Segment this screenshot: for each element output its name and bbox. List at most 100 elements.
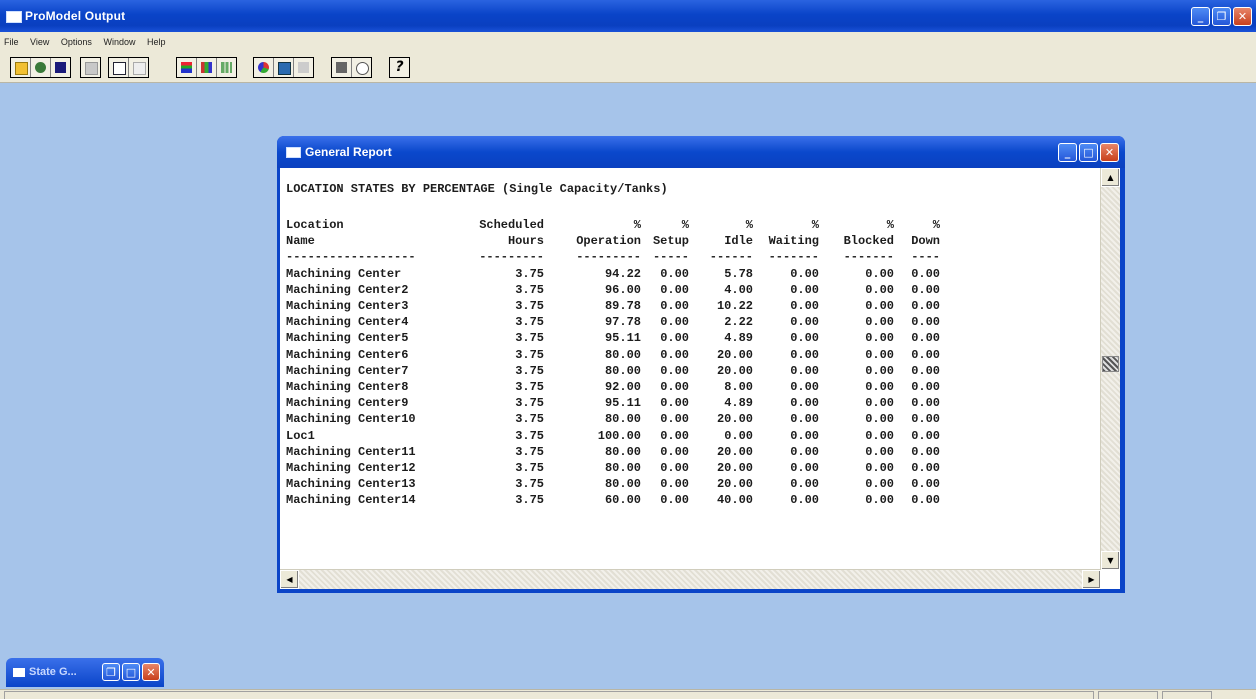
minimized-window-icon: [13, 668, 25, 677]
minimized-caption-buttons: ❐ □ ✕: [102, 663, 160, 681]
table-row-cell: 0.00: [865, 315, 894, 330]
app-restore-button[interactable]: ❐: [1212, 7, 1231, 26]
minimized-restore-button[interactable]: ❐: [102, 663, 120, 681]
table-row-cell: 3.75: [515, 347, 544, 362]
table-row-cell: 0.00: [911, 363, 940, 378]
table-row-cell: 0.00: [865, 331, 894, 346]
table-row-cell: 0.00: [660, 477, 689, 492]
report-titlebar[interactable]: General Report _ □ ✕: [277, 136, 1125, 168]
table-row-cell: Machining Center7: [286, 363, 409, 378]
minimized-state-window[interactable]: State G... ❐ □ ✕: [6, 658, 164, 687]
dash-row-cell: ------------------: [286, 250, 416, 265]
app-window-icon: [6, 11, 22, 23]
menu-window[interactable]: Window: [103, 37, 135, 47]
table-row-cell: 0.00: [865, 363, 894, 378]
menu-help[interactable]: Help: [147, 37, 166, 47]
table-row-cell: 0.00: [660, 347, 689, 362]
table-row-cell: 0.00: [660, 396, 689, 411]
table-row-cell: 0.00: [660, 493, 689, 508]
table-row-cell: Machining Center2: [286, 282, 409, 297]
print-preview-icon[interactable]: [352, 58, 371, 77]
table-row-cell: 0.00: [660, 363, 689, 378]
table-row-cell: 0.00: [911, 379, 940, 394]
table-row-cell: 0.00: [790, 347, 819, 362]
help-icon[interactable]: ?: [390, 58, 409, 77]
table-row-cell: 95.11: [604, 331, 641, 346]
table-row: Machining Center3 3.75 89.78 0.00 10.22 0.00 0…: [286, 298, 940, 314]
toolbar-group-resources: [253, 57, 314, 78]
table-row-cell: 0.00: [911, 444, 940, 459]
save-icon[interactable]: [51, 58, 70, 77]
table-row-cell: 80.00: [604, 444, 641, 459]
report-icon[interactable]: [109, 58, 129, 77]
table-row-cell: 0.00: [865, 347, 894, 362]
header-row-1-cell: %: [886, 218, 894, 233]
table-row: Machining Center7 3.75 80.00 0.00 20.00 0.00 0…: [286, 363, 940, 379]
open-icon[interactable]: [11, 58, 31, 77]
table-row-cell: Machining Center3: [286, 299, 409, 314]
table-row-cell: 0.00: [911, 493, 940, 508]
resource-disabled-icon[interactable]: [294, 58, 313, 77]
bar-chart-icon[interactable]: [217, 58, 236, 77]
print-icon[interactable]: [332, 58, 352, 77]
header-row-2-cell: Waiting: [768, 234, 819, 249]
swap-icon[interactable]: [31, 58, 51, 77]
minimized-window-title: State G...: [29, 666, 77, 678]
table-row-cell: 3.75: [515, 444, 544, 459]
table-row-cell: 0.00: [790, 477, 819, 492]
menu-options[interactable]: Options: [61, 37, 92, 47]
table-row-cell: 0.00: [911, 347, 940, 362]
table-row: Machining Center11 3.75 80.00 0.00 20.00 0.00…: [286, 444, 940, 460]
menu-file[interactable]: File: [4, 37, 19, 47]
table-row-cell: 3.75: [515, 412, 544, 427]
table-row-cell: Machining Center9: [286, 396, 409, 411]
header-row-1-cell: Location: [286, 218, 344, 233]
app-close-button[interactable]: ✕: [1233, 7, 1252, 26]
scroll-right-button[interactable]: ▶: [1082, 570, 1101, 589]
menu-view[interactable]: View: [30, 37, 49, 47]
table-row-cell: 0.00: [660, 331, 689, 346]
header-row-2: Name Hours Operation Setup Idle Waiting Blocke…: [286, 233, 940, 249]
table-row-cell: 0.00: [865, 444, 894, 459]
table-row-cell: 20.00: [716, 477, 753, 492]
scroll-left-button[interactable]: ◀: [280, 570, 299, 589]
vertical-scrollbar[interactable]: ▲ ▼: [1100, 168, 1120, 570]
dash-row-cell: ---------: [479, 250, 544, 265]
pie-chart-icon[interactable]: [254, 58, 274, 77]
table-row-cell: Loc1: [286, 428, 315, 443]
app-minimize-button[interactable]: _: [1191, 7, 1210, 26]
scroll-up-button[interactable]: ▲: [1101, 168, 1120, 187]
table-row-cell: 8.00: [724, 379, 753, 394]
minimized-maximize-button[interactable]: □: [122, 663, 140, 681]
table-row-cell: 3.75: [515, 379, 544, 394]
scroll-down-button[interactable]: ▼: [1101, 551, 1120, 570]
report-maximize-button[interactable]: □: [1079, 143, 1098, 162]
report-heading: LOCATION STATES BY PERCENTAGE (Single Ca…: [286, 182, 668, 196]
disabled-icon[interactable]: [81, 58, 100, 77]
toolbar-group-file: [10, 57, 71, 78]
report-disabled-icon[interactable]: [129, 58, 148, 77]
report-caption-buttons: _ □ ✕: [1058, 143, 1119, 162]
app-titlebar[interactable]: ProModel Output _ ❐ ✕: [0, 0, 1256, 32]
header-row-1-cell: %: [745, 218, 753, 233]
table-row-cell: 80.00: [604, 363, 641, 378]
table-row-cell: 20.00: [716, 444, 753, 459]
table-row-cell: 3.75: [515, 460, 544, 475]
report-close-button[interactable]: ✕: [1100, 143, 1119, 162]
table-row-cell: 0.00: [911, 299, 940, 314]
table-row-cell: Machining Center4: [286, 315, 409, 330]
vertical-scroll-thumb[interactable]: [1102, 356, 1119, 372]
table-row: Machining Center8 3.75 92.00 0.00 8.00 0.00 0.…: [286, 379, 940, 395]
horizontal-scrollbar[interactable]: ◀ ▶: [280, 569, 1101, 589]
table-row-cell: 0.00: [790, 266, 819, 281]
table-row-cell: 80.00: [604, 347, 641, 362]
resource-icon[interactable]: [274, 58, 294, 77]
report-minimize-button[interactable]: _: [1058, 143, 1077, 162]
minimized-close-button[interactable]: ✕: [142, 663, 160, 681]
table-row-cell: 92.00: [604, 379, 641, 394]
dash-row-cell: ---------: [576, 250, 641, 265]
chart-icon[interactable]: [197, 58, 217, 77]
table-row-cell: Machining Center6: [286, 347, 409, 362]
grid-icon[interactable]: [177, 58, 197, 77]
table-row-cell: 5.78: [724, 266, 753, 281]
